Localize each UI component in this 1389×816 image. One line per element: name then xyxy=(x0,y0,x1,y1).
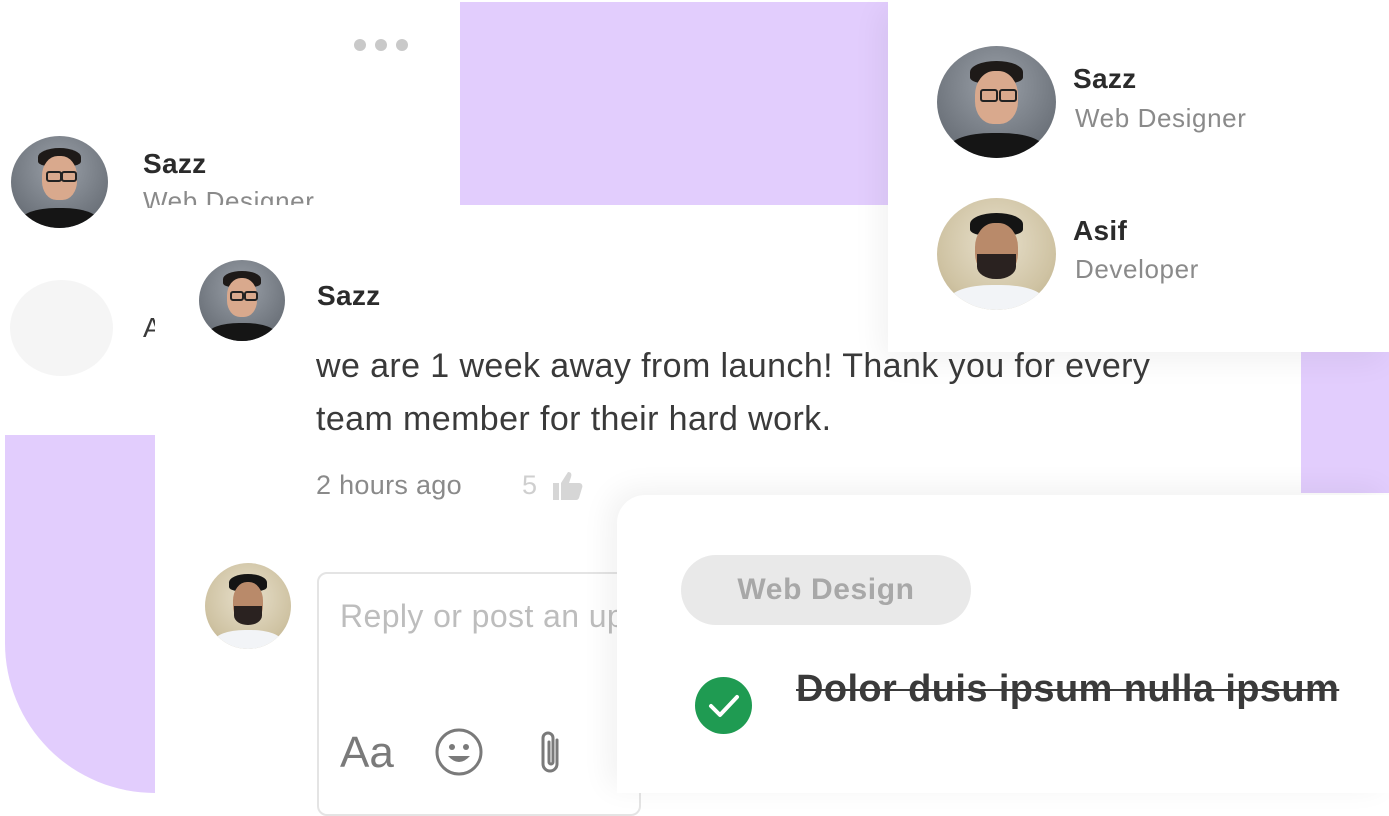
category-tag[interactable]: Web Design xyxy=(681,555,971,625)
post-author-avatar[interactable] xyxy=(199,260,285,341)
member-name: Sazz xyxy=(143,148,207,179)
post-author-name[interactable]: Sazz xyxy=(317,280,380,312)
decor-purple-block-top xyxy=(460,2,888,206)
text-format-button[interactable]: Aa xyxy=(340,728,394,778)
more-options-icon[interactable] xyxy=(354,39,408,51)
thumbs-up-icon[interactable] xyxy=(551,470,585,502)
check-icon xyxy=(709,695,739,717)
team-member-name[interactable]: Sazz xyxy=(1073,63,1136,95)
avatar-placeholder xyxy=(10,280,113,376)
like-count: 5 xyxy=(522,470,538,500)
emoji-icon[interactable] xyxy=(434,727,484,777)
member-initial: A xyxy=(143,312,155,343)
decor-purple-block-left xyxy=(5,435,156,793)
attachment-icon[interactable] xyxy=(537,730,565,776)
team-member-role: Web Designer xyxy=(1075,103,1247,133)
task-complete-checkbox[interactable] xyxy=(695,677,752,734)
post-message: we are 1 week away from launch! Thank yo… xyxy=(316,347,1151,438)
task-title[interactable]: Dolor duis ipsum nulla ipsum xyxy=(796,668,1389,711)
team-member-name[interactable]: Asif xyxy=(1073,215,1127,247)
task-card xyxy=(617,495,1389,793)
team-member-avatar[interactable] xyxy=(937,46,1056,158)
team-member-avatar[interactable] xyxy=(937,198,1056,310)
post-timestamp: 2 hours ago xyxy=(316,470,462,500)
avatar xyxy=(11,136,108,228)
team-member-role: Developer xyxy=(1075,254,1199,284)
current-user-avatar xyxy=(205,563,291,649)
decor-purple-block-right xyxy=(1301,340,1389,493)
